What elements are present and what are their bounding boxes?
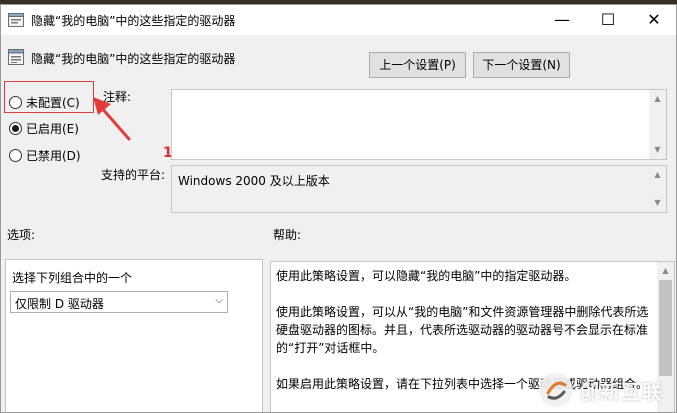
- policy-document-icon: [8, 49, 24, 65]
- help-label: 帮助:: [273, 228, 302, 242]
- platform-scrollbar[interactable]: ▲ ▼: [649, 166, 666, 212]
- annotation-highlight-box: [4, 81, 94, 113]
- scroll-thumb[interactable]: [659, 280, 672, 376]
- radio-circle[interactable]: [9, 148, 22, 162]
- supported-platform-box: Windows 2000 及以上版本 ▲ ▼: [171, 165, 667, 213]
- scroll-down-icon[interactable]: ▼: [649, 143, 666, 157]
- options-panel: 选择下列组合中的一个 仅限制 D 驱动器 ⌵: [5, 259, 263, 412]
- minimize-button[interactable]: —: [539, 5, 585, 35]
- scroll-up-icon[interactable]: ▲: [657, 264, 674, 278]
- close-button[interactable]: ✕: [631, 5, 676, 35]
- watermark: 创新互联: [539, 367, 676, 412]
- radio-circle[interactable]: [9, 121, 22, 135]
- radio-enabled[interactable]: 已启用(E): [9, 119, 79, 137]
- scroll-up-icon[interactable]: ▲: [649, 168, 666, 182]
- window-title: 隐藏“我的电脑”中的这些指定的驱动器: [31, 14, 236, 28]
- comment-scrollbar[interactable]: ▲ ▼: [649, 90, 666, 159]
- maximize-button[interactable]: ☐: [585, 5, 631, 35]
- policy-name: 隐藏“我的电脑”中的这些指定的驱动器: [31, 52, 236, 66]
- radio-disabled[interactable]: 已禁用(D): [9, 146, 81, 164]
- watermark-logo-mark: [546, 381, 567, 400]
- policy-settings-icon: [8, 13, 24, 27]
- options-label: 选项:: [7, 228, 36, 242]
- title-bar[interactable]: 隐藏“我的电脑”中的这些指定的驱动器 — ☐ ✕: [1, 5, 676, 35]
- radio-label: 已禁用(D): [26, 148, 81, 163]
- drive-restriction-select[interactable]: 仅限制 D 驱动器 ⌵: [10, 291, 228, 313]
- policy-editor-window: 隐藏“我的电脑”中的这些指定的驱动器 — ☐ ✕ 隐藏“我的电脑”中的这些指定的…: [0, 4, 677, 413]
- comment-textarea[interactable]: ▲ ▼: [171, 89, 667, 160]
- help-paragraph: 使用此策略设置，可以隐藏“我的电脑”中的指定驱动器。: [276, 269, 577, 283]
- comment-label: 注释:: [103, 90, 132, 104]
- watermark-text: 创新互联: [579, 379, 663, 404]
- select-value: 仅限制 D 驱动器: [15, 297, 104, 311]
- chevron-down-icon[interactable]: ⌵: [215, 295, 223, 306]
- scroll-up-icon[interactable]: ▲: [649, 92, 666, 106]
- next-setting-button[interactable]: 下一个设置(N): [473, 52, 570, 78]
- help-paragraph: 使用此策略设置，可以从“我的电脑”和文件资源管理器中删除代表所选硬盘驱动器的图标…: [276, 305, 649, 355]
- watermark-logo-icon: [539, 373, 573, 407]
- scroll-down-icon[interactable]: ▼: [649, 196, 666, 210]
- previous-setting-button[interactable]: 上一个设置(P): [369, 52, 466, 78]
- drive-combination-label: 选择下列组合中的一个: [12, 271, 133, 285]
- radio-label: 已启用(E): [26, 121, 79, 136]
- supported-platform-label: 支持的平台:: [101, 168, 166, 182]
- supported-platform-value: Windows 2000 及以上版本: [178, 174, 330, 188]
